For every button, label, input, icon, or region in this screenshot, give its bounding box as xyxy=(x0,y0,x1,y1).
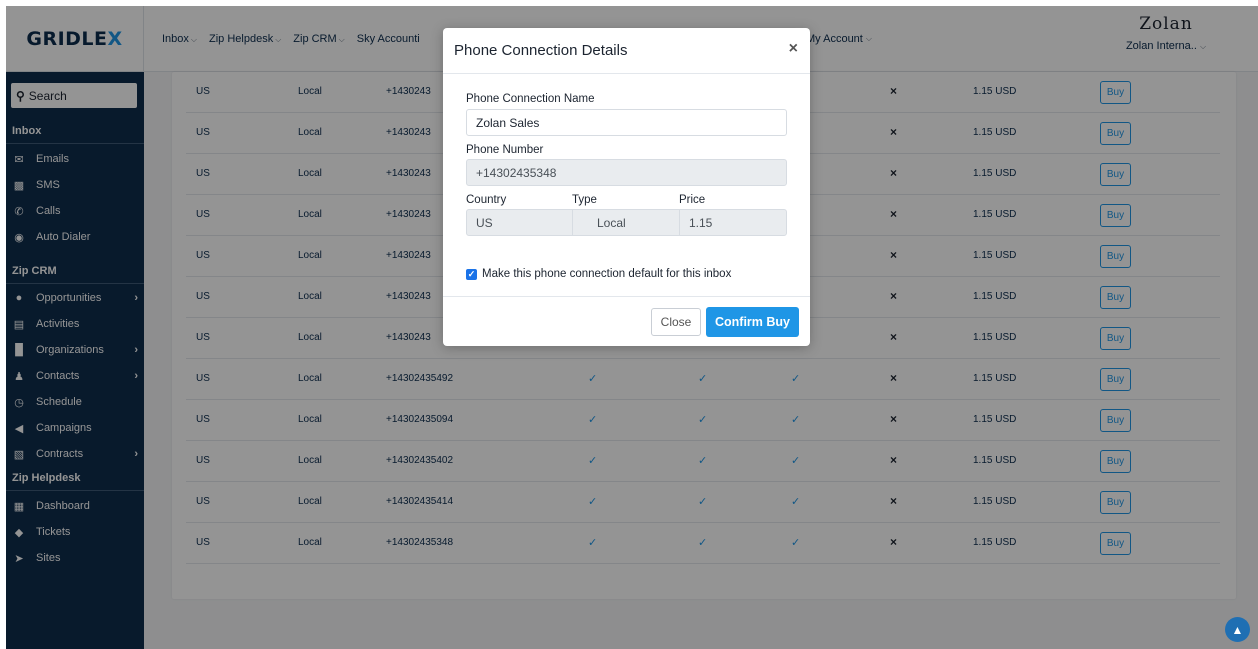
phone-number-label: Phone Number xyxy=(466,144,544,156)
type-label: Type xyxy=(572,194,597,206)
modal-footer-divider xyxy=(443,296,810,297)
phone-connection-modal: Phone Connection Details × Phone Connect… xyxy=(443,28,810,346)
phone-connection-name-input[interactable]: Zolan Sales xyxy=(466,109,787,136)
default-checkbox-label: Make this phone connection default for t… xyxy=(482,268,732,280)
app-window: GRIDLEX Inbox ⌵ Zip Helpdesk ⌵ Zip CRM ⌵ Sk… xyxy=(6,6,1258,649)
close-button[interactable]: Close xyxy=(651,308,701,336)
default-connection-option[interactable]: ✓ Make this phone connection default for… xyxy=(466,268,731,280)
modal-title: Phone Connection Details xyxy=(454,42,628,59)
phone-connection-name-label: Phone Connection Name xyxy=(466,93,595,105)
phone-number-field: +14302435348 xyxy=(466,159,787,186)
price-field: 1.15 xyxy=(679,209,787,236)
modal-header: Phone Connection Details × xyxy=(443,28,810,74)
close-icon[interactable]: × xyxy=(789,40,798,58)
country-field: US xyxy=(466,209,573,236)
confirm-buy-button[interactable]: Confirm Buy xyxy=(706,307,799,337)
default-checkbox[interactable]: ✓ xyxy=(466,268,477,280)
price-label: Price xyxy=(679,194,706,206)
country-label: Country xyxy=(466,194,507,206)
scroll-top-button[interactable]: ▲ xyxy=(1225,617,1250,642)
arrow-up-icon: ▲ xyxy=(1231,622,1244,637)
type-field: Local xyxy=(572,209,680,236)
